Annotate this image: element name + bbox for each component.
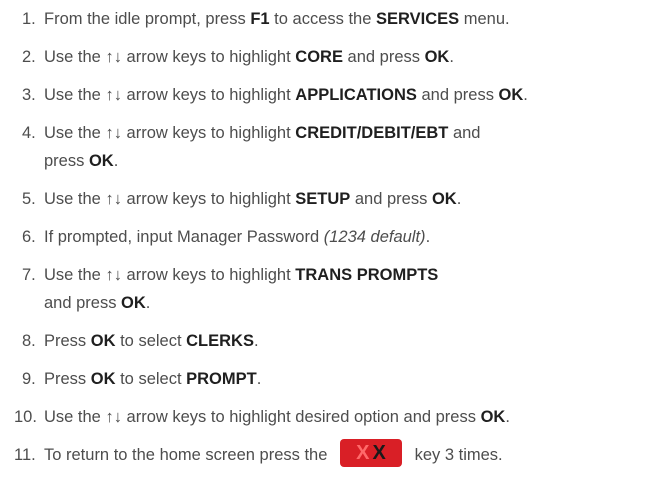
step-text-run: . — [145, 294, 151, 312]
highlighted-term: CREDIT/DEBIT/EBT — [295, 124, 449, 142]
highlighted-term: PROMPT — [186, 370, 257, 388]
highlighted-term: OK — [90, 370, 116, 388]
step-text-run: Press — [44, 332, 91, 350]
step-text: Use the ↑↓ arrow keys to highlight APPLI… — [44, 84, 664, 106]
step-number: 7. — [22, 266, 36, 284]
step-text: Press OK to select PROMPT. — [44, 368, 664, 390]
step-text-run: and press — [44, 294, 122, 312]
step-number: 9. — [22, 370, 36, 388]
step-text-run: to select — [115, 332, 187, 350]
highlighted-term: OK — [480, 408, 506, 426]
cancel-key-glyph: X — [372, 441, 386, 464]
step-text-run: To return to the home screen press the — [44, 446, 332, 464]
step-text: To return to the home screen press the X… — [44, 438, 664, 467]
step-text-run: menu. — [459, 10, 510, 28]
step-text-run: From the idle prompt, press — [44, 10, 251, 28]
highlighted-term: OK — [90, 332, 116, 350]
step-text-run: . — [256, 370, 262, 388]
step-text-run: . — [449, 48, 454, 66]
step-text: Use the ↑↓ arrow keys to highlight TRANS… — [44, 264, 664, 314]
step-text-run: Use the ↑↓ arrow keys to highlight — [44, 266, 296, 284]
step-text-run: . — [523, 86, 528, 104]
step-line: Use the ↑↓ arrow keys to highlight CORE … — [44, 46, 664, 68]
highlighted-term: OK — [498, 86, 524, 104]
step-line: Press OK to select CLERKS. — [44, 330, 664, 352]
step-number: 2. — [22, 48, 36, 66]
highlighted-term: SERVICES — [375, 10, 460, 28]
step-line: Use the ↑↓ arrow keys to highlight desir… — [44, 406, 664, 428]
step-number: 1. — [22, 10, 36, 28]
step-line: From the idle prompt, press F1 to access… — [44, 8, 664, 30]
step-line: Use the ↑↓ arrow keys to highlight SETUP… — [44, 188, 664, 210]
step-text-run: to select — [115, 370, 187, 388]
step-line: To return to the home screen press the X… — [44, 438, 664, 467]
step-text: From the idle prompt, press F1 to access… — [44, 8, 664, 30]
highlighted-term: SETUP — [295, 190, 351, 208]
step-number: 11. — [14, 446, 36, 464]
step-text-run: and — [448, 124, 481, 142]
default-note: (1234 default) — [323, 228, 426, 246]
step-text: Use the ↑↓ arrow keys to highlight desir… — [44, 406, 664, 428]
step-number: 10. — [14, 408, 37, 426]
highlighted-term: OK — [424, 48, 450, 66]
step-text-run: . — [253, 332, 259, 350]
step-line: Use the ↑↓ arrow keys to highlight APPLI… — [44, 84, 664, 106]
step-text-run: . — [456, 190, 462, 208]
step-number: 8. — [22, 332, 36, 350]
highlighted-term: CORE — [295, 48, 343, 66]
highlighted-term: F1 — [250, 10, 270, 28]
cancel-key-glyph: X — [356, 441, 370, 464]
step-text-run: and press — [350, 190, 432, 208]
step-text-run: Use the ↑↓ arrow keys to highlight — [44, 190, 296, 208]
step-text: Use the ↑↓ arrow keys to highlight CREDI… — [44, 122, 664, 172]
step-text-run: key 3 times. — [410, 446, 503, 464]
step-text: If prompted, input Manager Password (123… — [44, 226, 664, 248]
step-text-run: Use the ↑↓ arrow keys to highlight — [44, 86, 296, 104]
step-text: Press OK to select CLERKS. — [44, 330, 664, 352]
step-text-run: If prompted, input Manager Password — [44, 228, 324, 246]
highlighted-term: CLERKS — [186, 332, 254, 350]
step-line: Use the ↑↓ arrow keys to highlight TRANS… — [44, 264, 664, 286]
step-text-run: Use the ↑↓ arrow keys to highlight desir… — [44, 408, 481, 426]
step-number: 6. — [22, 228, 36, 246]
step-line: and press OK. — [44, 292, 664, 314]
step-text-run: Use the ↑↓ arrow keys to highlight — [44, 48, 296, 66]
cancel-key-icon: XX — [340, 438, 402, 467]
step-text-run: . — [113, 152, 119, 170]
step-line: Press OK to select PROMPT. — [44, 368, 664, 390]
highlighted-term: APPLICATIONS — [295, 86, 417, 104]
step-line: Use the ↑↓ arrow keys to highlight CREDI… — [44, 122, 664, 144]
step-text-run: Press — [44, 370, 91, 388]
step-number: 4. — [22, 124, 36, 142]
step-line: press OK. — [44, 150, 664, 172]
step-text-run: press — [44, 152, 89, 170]
highlighted-term: TRANS PROMPTS — [295, 266, 439, 284]
step-text-run: and press — [416, 86, 499, 104]
step-text: Use the ↑↓ arrow keys to highlight SETUP… — [44, 188, 664, 210]
step-text-run: and press — [342, 48, 425, 66]
step-number: 3. — [22, 86, 36, 104]
step-text-run: Use the ↑↓ arrow keys to highlight — [44, 124, 296, 142]
step-text-run: . — [505, 408, 510, 426]
step-number: 5. — [22, 190, 36, 208]
step-text: Use the ↑↓ arrow keys to highlight CORE … — [44, 46, 664, 68]
highlighted-term: OK — [88, 152, 114, 170]
highlighted-term: OK — [431, 190, 457, 208]
highlighted-term: OK — [121, 294, 146, 312]
step-text-run: to access the — [269, 10, 376, 28]
step-line: If prompted, input Manager Password (123… — [44, 226, 664, 248]
step-text-run: . — [425, 228, 431, 246]
